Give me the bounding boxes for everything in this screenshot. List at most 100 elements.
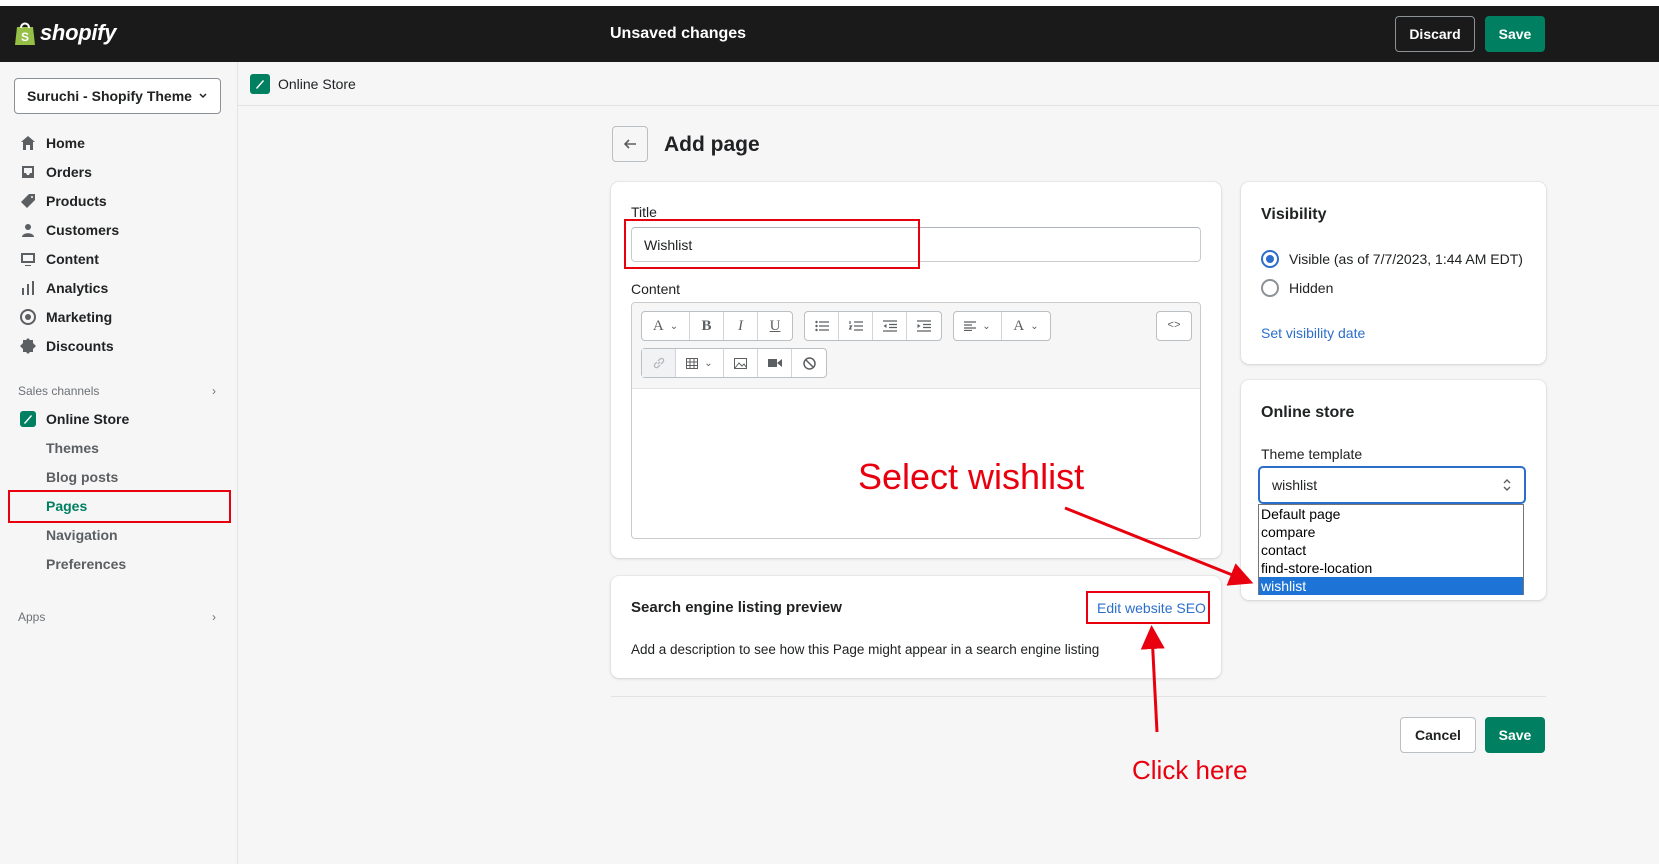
editor-toolbar: A ⌄ B I U ⌄ A ⌄ <> ⌄ [632, 303, 1200, 389]
indent-icon[interactable] [907, 312, 941, 340]
page-title: Add page [664, 133, 760, 156]
text-color-icon[interactable]: A ⌄ [1002, 312, 1050, 340]
option-compare[interactable]: compare [1259, 523, 1523, 541]
main-nav: Home Orders Products Customers Content A… [0, 128, 238, 360]
person-icon [22, 223, 34, 237]
underline-button[interactable]: U [758, 312, 792, 340]
online-store-icon [20, 410, 36, 427]
toolbar-group-insert: ⌄ [641, 348, 827, 378]
sidebar: Suruchi - Shopify Theme Home Orders Prod… [0, 62, 238, 864]
sidebar-item-customers[interactable]: Customers [0, 215, 238, 244]
italic-button[interactable]: I [724, 312, 758, 340]
sidebar-item-label: Content [46, 250, 99, 267]
cancel-button[interactable]: Cancel [1400, 717, 1476, 753]
sidebar-subitem-blog-posts[interactable]: Blog posts [0, 462, 238, 491]
visible-label: Visible (as of 7/7/2023, 1:44 AM EDT) [1289, 251, 1523, 267]
sidebar-item-home[interactable]: Home [0, 128, 238, 157]
option-wishlist[interactable]: wishlist [1259, 577, 1523, 595]
sidebar-subitem-themes[interactable]: Themes [0, 433, 238, 462]
rich-text-editor: A ⌄ B I U ⌄ A ⌄ <> ⌄ [631, 302, 1201, 539]
font-format-button[interactable]: A ⌄ [642, 312, 690, 340]
sidebar-subitem-navigation[interactable]: Navigation [0, 520, 238, 549]
hidden-label: Hidden [1289, 280, 1334, 296]
store-selector[interactable]: Suruchi - Shopify Theme [14, 78, 221, 114]
breadcrumb-bar: Online Store [238, 62, 1659, 106]
sidebar-item-analytics[interactable]: Analytics [0, 273, 238, 302]
content-icon [21, 252, 35, 266]
sidebar-item-marketing[interactable]: Marketing [0, 302, 238, 331]
chevron-right-icon: › [212, 610, 216, 624]
numbered-list-icon[interactable] [839, 312, 873, 340]
image-icon[interactable] [724, 349, 758, 377]
bold-button[interactable]: B [690, 312, 724, 340]
sidebar-item-online-store[interactable]: Online Store [0, 404, 238, 433]
arrow-left-icon [623, 139, 636, 149]
online-store-icon [250, 74, 270, 94]
toolbar-group-html: <> [1156, 311, 1192, 341]
footer-divider [611, 696, 1546, 697]
chevron-down-icon [199, 93, 207, 99]
sales-channels-header[interactable]: Sales channels › [18, 384, 216, 398]
shopping-bag-icon: S [15, 22, 35, 45]
unsaved-changes-title: Unsaved changes [610, 25, 747, 42]
analytics-icon [22, 280, 34, 295]
sidebar-item-discounts[interactable]: Discounts [0, 331, 238, 360]
theme-template-select[interactable]: wishlist [1258, 466, 1526, 504]
option-find-store-location[interactable]: find-store-location [1259, 559, 1523, 577]
align-icon[interactable]: ⌄ [954, 312, 1002, 340]
sidebar-item-label: Orders [46, 163, 92, 180]
sidebar-item-orders[interactable]: Orders [0, 157, 238, 186]
back-button[interactable] [612, 126, 648, 162]
discard-button[interactable]: Discard [1395, 16, 1475, 52]
logo-text: shopify [40, 20, 117, 45]
bullet-list-icon[interactable] [805, 312, 839, 340]
apps-header[interactable]: Apps › [18, 610, 216, 624]
sidebar-subitem-preferences[interactable]: Preferences [0, 549, 238, 578]
clear-formatting-icon[interactable] [792, 349, 826, 377]
option-default-page[interactable]: Default page [1259, 505, 1523, 523]
option-contact[interactable]: contact [1259, 541, 1523, 559]
sidebar-item-label: Home [46, 134, 85, 151]
title-highlight-box [624, 219, 920, 269]
save-button-top[interactable]: Save [1485, 16, 1545, 52]
breadcrumb[interactable]: Online Store [250, 74, 356, 94]
home-icon [21, 135, 35, 150]
marketing-icon [20, 308, 36, 325]
visibility-title: Visibility [1261, 206, 1327, 223]
sidebar-item-label: Marketing [46, 308, 113, 325]
toolbar-group-format: A ⌄ B I U [641, 311, 793, 341]
sidebar-item-label: Analytics [46, 279, 109, 296]
video-icon[interactable] [758, 349, 792, 377]
store-name: Suruchi - Shopify Theme [27, 88, 192, 104]
hidden-radio[interactable] [1261, 279, 1279, 297]
seo-link-highlight-box [1086, 591, 1210, 624]
code-view-icon[interactable]: <> [1157, 312, 1191, 340]
sidebar-item-content[interactable]: Content [0, 244, 238, 273]
content-label: Content [631, 281, 681, 297]
discount-icon [20, 337, 36, 354]
link-icon[interactable] [642, 349, 676, 377]
outdent-icon[interactable] [873, 312, 907, 340]
table-icon[interactable]: ⌄ [676, 349, 724, 377]
orders-icon [22, 165, 34, 178]
sidebar-item-products[interactable]: Products [0, 186, 238, 215]
template-options-list: Default page compare contact find-store-… [1258, 504, 1524, 595]
save-button-bottom[interactable]: Save [1485, 717, 1545, 753]
select-arrows-icon [1503, 479, 1511, 491]
tag-icon [21, 193, 35, 208]
selected-template: wishlist [1272, 477, 1318, 493]
sidebar-item-label: Products [46, 192, 107, 209]
top-bar: S shopify Unsaved changes Discard Save [0, 6, 1659, 62]
select-wishlist-annotation: Select wishlist [858, 456, 1085, 497]
title-label: Title [631, 204, 657, 220]
visible-radio[interactable] [1261, 250, 1279, 268]
sidebar-item-label: Customers [46, 221, 120, 238]
toolbar-group-align-color: ⌄ A ⌄ [953, 311, 1051, 341]
sidebar-item-label: Discounts [46, 337, 114, 354]
toolbar-group-lists [804, 311, 942, 341]
set-visibility-date-link[interactable]: Set visibility date [1261, 325, 1365, 341]
online-store-title: Online store [1261, 404, 1355, 421]
visible-option[interactable]: Visible (as of 7/7/2023, 1:44 AM EDT) [1261, 250, 1523, 268]
shopify-logo[interactable]: S shopify [14, 20, 116, 46]
hidden-option[interactable]: Hidden [1261, 279, 1333, 297]
